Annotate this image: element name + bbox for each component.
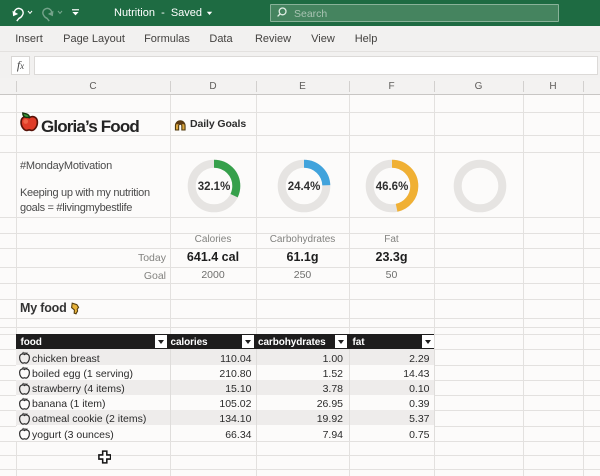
svg-text:46.6%: 46.6% (375, 181, 408, 193)
svg-text:24.4%: 24.4% (287, 181, 320, 193)
svg-text:32.1%: 32.1% (198, 181, 231, 193)
